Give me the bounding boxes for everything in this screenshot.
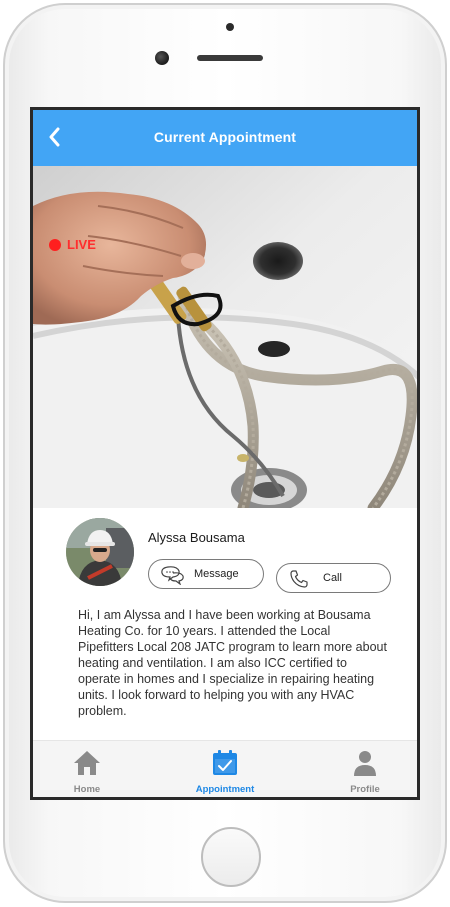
avatar-image <box>66 518 134 586</box>
nav-item-home[interactable]: Home <box>42 749 132 797</box>
bottom-navigation: Home Appointment Profile <box>33 740 417 797</box>
nav-label-profile: Profile <box>350 784 380 795</box>
phone-icon <box>290 570 308 588</box>
live-label: LIVE <box>67 237 96 252</box>
chat-bubbles-icon <box>161 566 184 585</box>
nav-item-appointment[interactable]: Appointment <box>180 749 270 797</box>
page-title: Current Appointment <box>153 129 297 145</box>
nav-item-profile[interactable]: Profile <box>320 749 410 797</box>
app-screen: Current Appointment LIVE Alyssa Bousama … <box>30 107 420 800</box>
call-button-label: Call <box>323 572 342 584</box>
top-app-bar: Current Appointment <box>33 110 417 166</box>
calendar-check-icon <box>213 750 237 775</box>
provider-info-panel: Alyssa Bousama Message Call Hi, I am Aly… <box>33 508 417 740</box>
video-frame-image <box>33 166 417 508</box>
earpiece-speaker <box>197 55 263 61</box>
front-camera-lens <box>155 51 169 65</box>
live-video-feed[interactable]: LIVE <box>33 166 417 508</box>
message-button[interactable]: Message <box>148 559 264 589</box>
home-hardware-button[interactable] <box>201 827 261 887</box>
camera-dot <box>226 23 234 31</box>
nav-label-home: Home <box>73 784 101 795</box>
home-icon <box>74 751 100 775</box>
call-button[interactable]: Call <box>276 563 391 593</box>
provider-name: Alyssa Bousama <box>148 530 245 545</box>
provider-bio: Hi, I am Alyssa and I have been working … <box>78 608 387 718</box>
provider-avatar <box>66 518 134 586</box>
person-icon <box>354 751 376 776</box>
message-button-label: Message <box>194 568 239 580</box>
live-dot-icon <box>49 238 61 251</box>
live-indicator: LIVE <box>49 237 96 252</box>
nav-label-appointment: Appointment <box>195 784 255 795</box>
